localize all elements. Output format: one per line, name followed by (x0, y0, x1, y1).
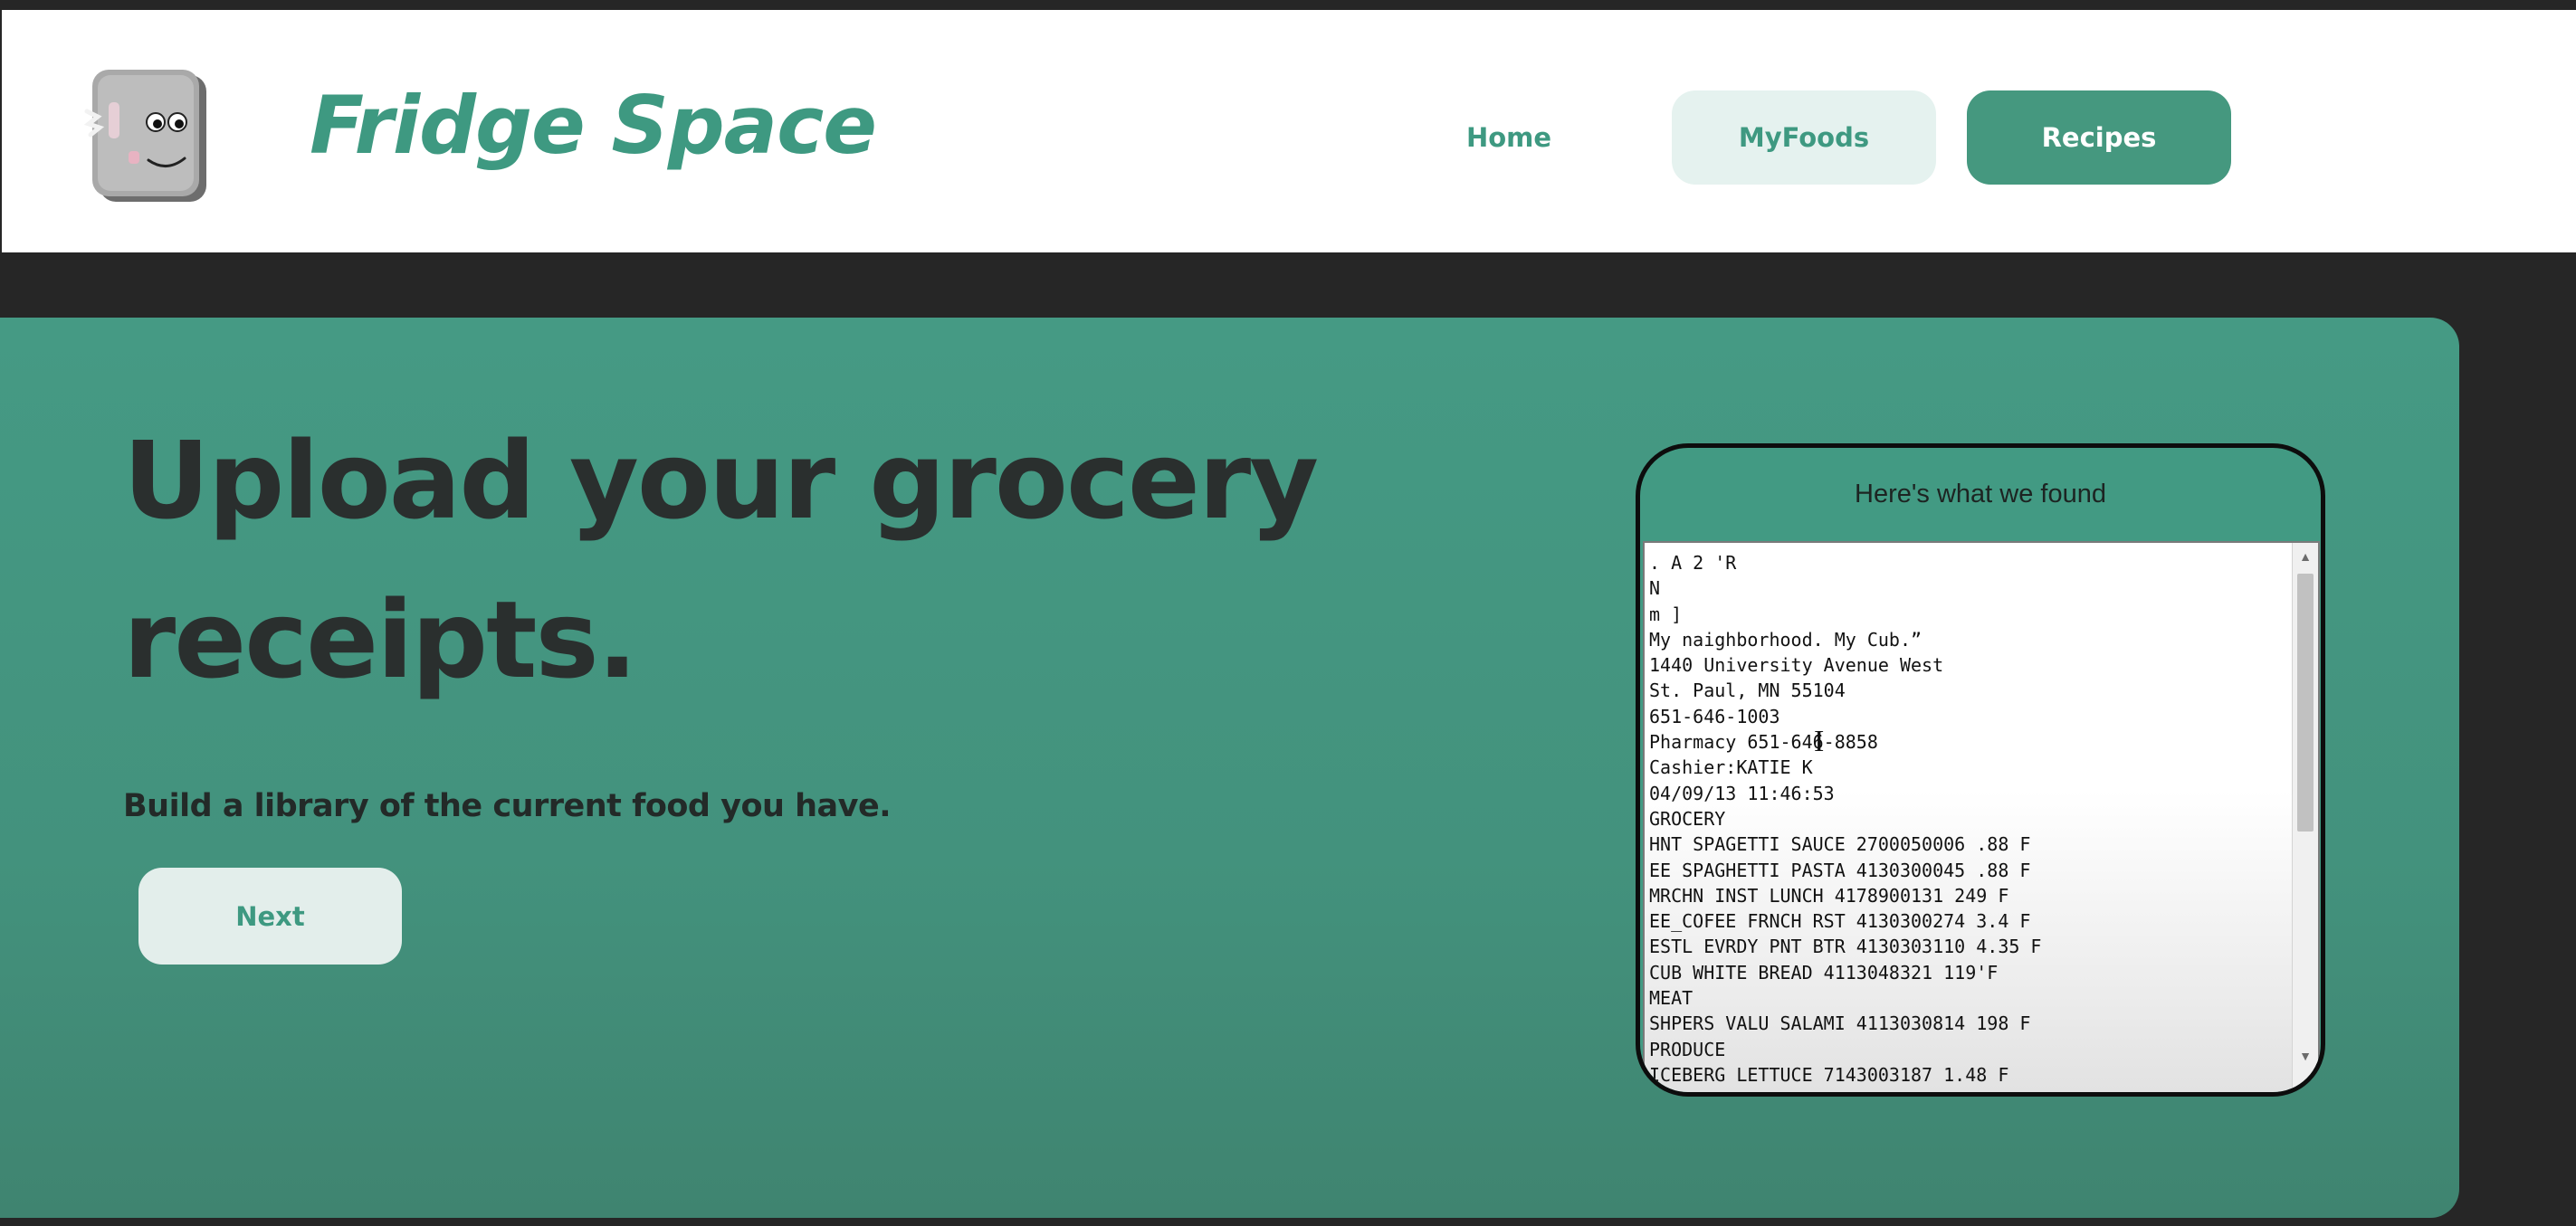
results-title: Here's what we found (1855, 480, 2106, 508)
page-subtitle: Build a library of the current food you … (123, 788, 892, 824)
app-window: Fridge Space Home MyFoods Recipes Upload… (0, 0, 2576, 1226)
nav-home-link[interactable]: Home (1418, 90, 1599, 185)
ocr-line: 651-646-1003 (1649, 705, 1780, 727)
ocr-line: EE SPAGHETTI PASTA 4130300045 .88 F (1649, 859, 2031, 881)
ocr-line: MRCHN INST LUNCH 4178900131 249 F (1649, 884, 2009, 907)
ocr-line: My naighborhood. My Cub.” (1649, 628, 1922, 651)
ocr-line: CUB WHITE BREAD 4113048321 119'F (1649, 961, 1999, 984)
ocr-line: ESTL EVRDY PNT BTR 4130303110 4.35 F (1649, 936, 2042, 958)
ocr-line: EE_COFEE FRNCH RST 4130300274 3.4 F (1649, 910, 2031, 933)
ocr-line: Cashier:KATIE K (1649, 756, 1813, 779)
app-title[interactable]: Fridge Space (310, 86, 877, 166)
scroll-up-arrow-icon[interactable]: ▲ (2293, 545, 2318, 568)
ocr-result-textarea[interactable]: . A 2 'R Nm ] My naighborhood. My Cub.” 144… (1643, 541, 2320, 1092)
top-navbar: Fridge Space Home MyFoods Recipes (2, 10, 2576, 252)
ocr-line: N (1649, 577, 1661, 600)
ocr-line: 1440 University Avenue West (1649, 654, 1944, 677)
results-card: Here's what we found . A 2 'R Nm ] My naig… (1636, 443, 2325, 1097)
scroll-thumb[interactable] (2297, 574, 2314, 832)
ocr-line: St. Paul, MN 55104 (1649, 680, 1846, 702)
fridge-mascot-icon[interactable] (81, 64, 217, 209)
nav-myfoods-button[interactable]: MyFoods (1672, 90, 1936, 185)
ocr-line: ICEBERG LETTUCE 7143003187 1.48 F (1649, 1063, 2009, 1086)
page-title-line-2: receipts. (123, 577, 638, 702)
ocr-text: . A 2 'R Nm ] My naighborhood. My Cub.” 144… (1649, 550, 2296, 1092)
ocr-line: GROCERY (1649, 807, 1726, 830)
resize-grip-icon[interactable] (2298, 1073, 2316, 1091)
ocr-line: 04/09/13 11:46:53 (1649, 782, 1835, 804)
nav-recipes-button[interactable]: Recipes (1967, 90, 2231, 185)
next-button[interactable]: Next (138, 868, 402, 965)
page-title-line-1: Upload your grocery (123, 418, 1319, 543)
ocr-line: PRODUCE (1649, 1038, 1726, 1060)
page-title: Upload your grocery receipts. (123, 401, 1481, 719)
scroll-down-arrow-icon[interactable]: ▼ (2293, 1044, 2318, 1068)
ocr-line: MEAT (1649, 987, 1693, 1010)
textarea-scrollbar[interactable]: ▲ ▼ (2292, 543, 2318, 1092)
ocr-line: . A 2 'R (1649, 552, 1737, 574)
ocr-line: HNT SPAGETTI SAUCE 2700050006 .88 F (1649, 833, 2031, 856)
ocr-line: 1 76 1b@ 11b/ 59 (1649, 1088, 2296, 1092)
ocr-line: m ] (1649, 603, 1683, 625)
ocr-line: SHPERS VALU SALAMI 4113030814 198 F (1649, 1012, 2031, 1035)
ocr-line: Pharmacy 651-646-8858 (1649, 731, 1878, 754)
